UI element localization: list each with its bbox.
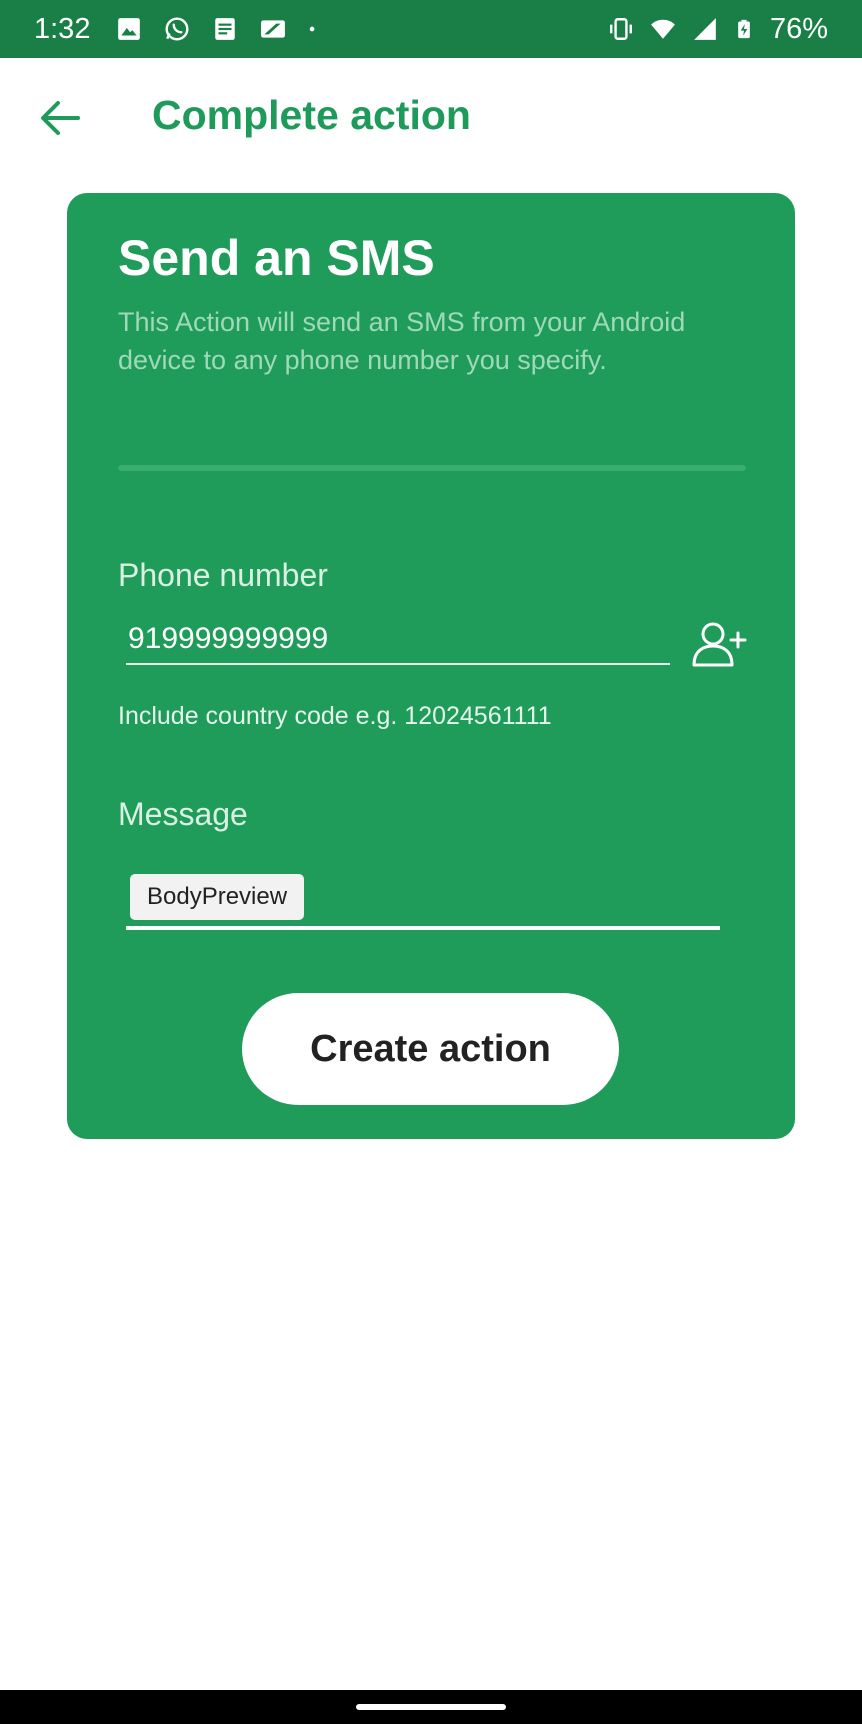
battery-charging-icon [738, 19, 750, 39]
divider [118, 465, 746, 471]
notification-icons [116, 16, 322, 42]
vibrate-icon [610, 18, 632, 40]
wifi-icon [651, 19, 675, 39]
add-contact-icon[interactable] [691, 621, 747, 667]
signal-icon [694, 18, 716, 40]
gallery-icon [118, 18, 141, 40]
dot-icon [310, 26, 315, 32]
home-indicator[interactable] [356, 1704, 506, 1710]
message-label: Message [118, 796, 248, 832]
create-action-button[interactable]: Create action [242, 993, 619, 1105]
action-card: Send an SMS This Action will send an SMS… [67, 193, 795, 1139]
phone-help-text: Include country code e.g. 12024561111 [118, 702, 552, 730]
page-title: Complete action [152, 92, 471, 138]
whatsapp-icon [165, 17, 189, 41]
ingredient-chip[interactable]: BodyPreview [130, 874, 305, 920]
message-field[interactable]: BodyPreview [126, 872, 720, 930]
action-description: This Action will send an SMS from your A… [118, 307, 686, 375]
app-bar: Complete action [0, 58, 862, 178]
phone-number-label: Phone number [118, 557, 328, 593]
action-title: Send an SMS [118, 230, 435, 286]
navigation-bar [0, 1690, 862, 1724]
slides-icon [261, 20, 286, 38]
battery-percent: 76% [769, 12, 828, 45]
status-time: 1:32 [34, 12, 91, 45]
arrow-left-icon[interactable] [38, 98, 82, 138]
status-bar: 1:32 76% [0, 0, 862, 58]
phone-number-input[interactable] [126, 615, 670, 665]
docs-icon [215, 18, 236, 40]
system-icons: 76% [608, 13, 828, 46]
